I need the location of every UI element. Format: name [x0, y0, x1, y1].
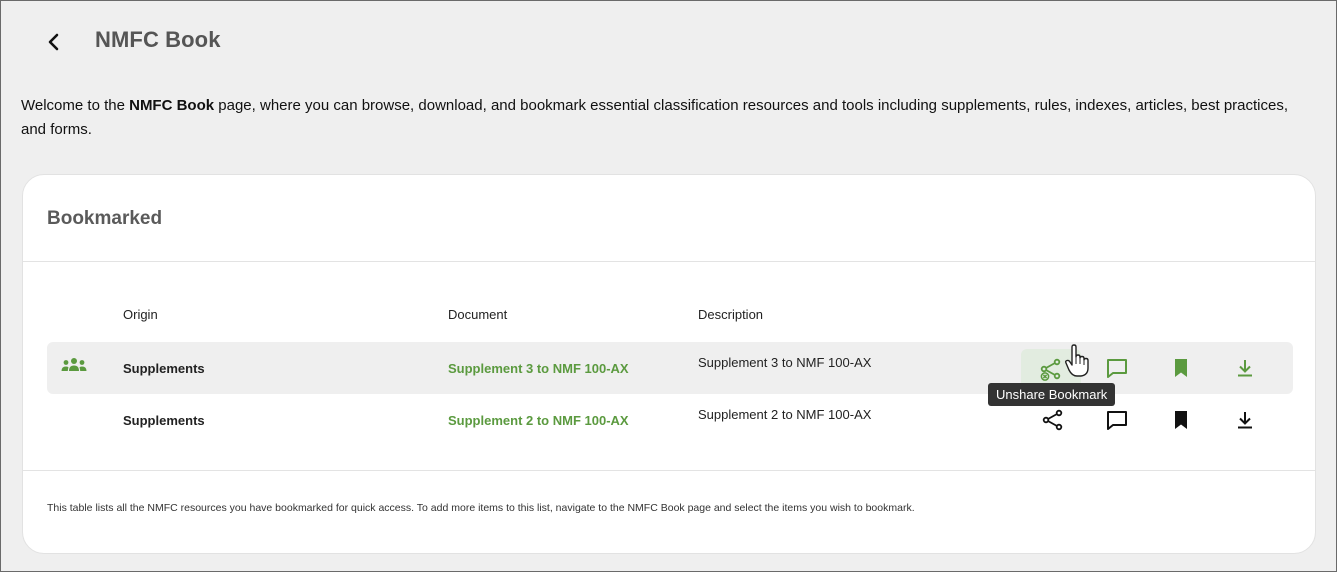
- footer-divider: [23, 470, 1315, 471]
- footer-note: This table lists all the NMFC resources …: [47, 502, 915, 514]
- row-origin: Supplements: [123, 361, 205, 376]
- comment-button[interactable]: [1099, 350, 1135, 386]
- column-header-document: Document: [448, 307, 508, 322]
- group-icon: [61, 357, 87, 378]
- row-description: Supplement 2 to NMF 100-AX: [698, 407, 872, 422]
- download-button[interactable]: [1227, 350, 1263, 386]
- comment-icon: [1107, 359, 1127, 378]
- unshare-icon: [1040, 358, 1061, 381]
- chevron-left-icon: [48, 33, 59, 51]
- intro-bold: NMFC Book: [129, 97, 215, 114]
- intro-prefix: Welcome to the: [21, 97, 130, 114]
- unshare-tooltip: Unshare Bookmark: [988, 383, 1116, 406]
- bookmark-icon: [1175, 411, 1187, 429]
- share-icon: [1042, 409, 1063, 431]
- document-link[interactable]: Supplement 3 to NMF 100-AX: [448, 361, 629, 376]
- comment-icon: [1107, 411, 1127, 430]
- download-button[interactable]: [1227, 402, 1263, 438]
- row-description: Supplement 3 to NMF 100-AX: [698, 355, 872, 370]
- bookmark-icon: [1175, 359, 1187, 377]
- top-bar: NMFC Book: [1, 1, 1336, 83]
- page-title: NMFC Book: [95, 27, 221, 52]
- download-icon: [1238, 360, 1252, 377]
- column-header-origin: Origin: [123, 307, 158, 322]
- card-title: Bookmarked: [47, 208, 163, 229]
- bookmarked-card: Bookmarked Origin Document Description S…: [22, 174, 1316, 554]
- document-link[interactable]: Supplement 2 to NMF 100-AX: [448, 413, 629, 428]
- back-button[interactable]: [39, 27, 69, 57]
- row-origin: Supplements: [123, 413, 205, 428]
- download-icon: [1238, 412, 1252, 429]
- share-button[interactable]: [1035, 402, 1071, 438]
- bookmark-button[interactable]: [1163, 350, 1199, 386]
- comment-button[interactable]: [1099, 402, 1135, 438]
- hand-cursor-icon: [1064, 344, 1089, 377]
- intro-text: Welcome to the NMFC Book page, where you…: [21, 94, 1311, 142]
- bookmark-button[interactable]: [1163, 402, 1199, 438]
- column-header-description: Description: [698, 307, 764, 322]
- header-divider: [23, 261, 1315, 262]
